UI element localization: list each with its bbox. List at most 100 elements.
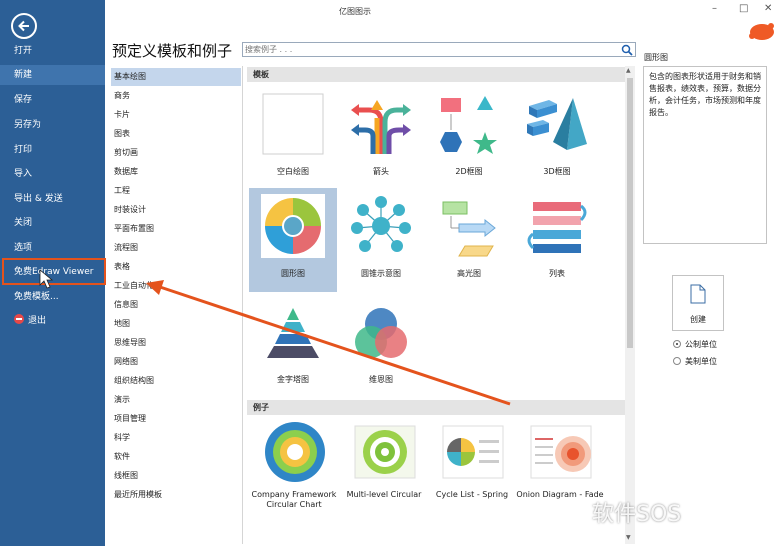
- 2d-block-icon: [440, 96, 497, 154]
- close-window-button[interactable]: ✕: [764, 3, 772, 14]
- category-software[interactable]: 软件: [111, 448, 241, 466]
- multi-level-circular-thumbnail: [354, 425, 416, 479]
- template-pyramid[interactable]: 金字塔图: [249, 294, 337, 398]
- us-unit-label: 美制单位: [685, 357, 717, 366]
- nav-close[interactable]: 关闭: [0, 213, 105, 233]
- onion-diagram-thumbnail: [530, 425, 592, 479]
- nav-save-as[interactable]: 另存为: [0, 115, 105, 135]
- new-document-icon: [690, 284, 706, 304]
- radio-selected-icon: [673, 340, 681, 348]
- scroll-up-icon[interactable]: ▲: [626, 67, 631, 74]
- category-database[interactable]: 数据库: [111, 163, 241, 181]
- category-fashion[interactable]: 时装设计: [111, 201, 241, 219]
- category-chart[interactable]: 图表: [111, 125, 241, 143]
- exit-icon: [14, 314, 24, 324]
- template-scrollbar[interactable]: ▲ ▼: [625, 66, 635, 544]
- minimize-button[interactable]: –: [712, 3, 717, 14]
- nav-export-send[interactable]: 导出 & 发送: [0, 189, 105, 209]
- category-org-chart[interactable]: 组织结构图: [111, 372, 241, 390]
- example-label: Company Framework Circular Chart: [251, 490, 337, 509]
- search-box: [242, 42, 636, 57]
- template-circular-diagram[interactable]: 圆形图: [249, 188, 337, 292]
- radial-diagram-icon: [351, 196, 411, 252]
- template-label: 空白绘图: [277, 167, 309, 176]
- category-project-management[interactable]: 项目管理: [111, 410, 241, 428]
- category-business[interactable]: 商务: [111, 87, 241, 105]
- us-unit-radio[interactable]: 美制单位: [673, 356, 717, 367]
- back-button[interactable]: [11, 13, 37, 39]
- maximize-button[interactable]: □: [739, 3, 748, 14]
- circular-diagram-icon: [261, 194, 325, 258]
- template-radial-diagram[interactable]: 圆锥示意图: [337, 188, 425, 292]
- nav-options[interactable]: 选项: [0, 238, 105, 258]
- scroll-down-icon[interactable]: ▼: [626, 534, 631, 541]
- category-mind-map[interactable]: 思维导图: [111, 334, 241, 352]
- metric-unit-label: 公制单位: [685, 340, 717, 349]
- template-3d-block[interactable]: 3D框图: [513, 86, 601, 190]
- nav-free-templates[interactable]: 免费模板...: [0, 287, 105, 307]
- category-table[interactable]: 表格: [111, 258, 241, 276]
- highlight-diagram-icon: [442, 201, 496, 257]
- template-highlight-diagram[interactable]: 高光图: [425, 188, 513, 292]
- scrollbar-thumb[interactable]: [627, 78, 633, 348]
- category-science[interactable]: 科学: [111, 429, 241, 447]
- template-panel: 模板 空白绘图 箭头 2D框图 3D框图 圆形图 圆锥示意图 高光图 列表 金字…: [245, 66, 637, 544]
- template-label: 圆形图: [281, 269, 305, 278]
- template-label: 高光图: [457, 269, 481, 278]
- template-label: 圆锥示意图: [361, 269, 401, 278]
- page-title: 预定义模板和例子: [112, 42, 233, 60]
- nav-exit[interactable]: 退出: [0, 311, 105, 331]
- watermark-text: 软件SOS: [592, 502, 682, 527]
- category-basic-drawing[interactable]: 基本绘图: [111, 68, 241, 86]
- category-list: 基本绘图 商务 卡片 图表 剪切画 数据库 工程 时装设计 平面布置图 流程图 …: [111, 66, 243, 544]
- metric-unit-radio[interactable]: 公制单位: [673, 339, 717, 350]
- example-company-framework-circular[interactable]: Company Framework Circular Chart: [249, 418, 339, 544]
- 3d-block-icon: [527, 98, 587, 150]
- detail-description: 包含的图表形状适用于财务和销售报表，绩效表，预算，数据分析，会计任务，市场预测和…: [643, 66, 767, 244]
- example-label: Cycle List - Spring: [435, 490, 509, 499]
- template-label: 维恩图: [369, 375, 393, 384]
- example-multi-level-circular[interactable]: Multi-level Circular: [339, 418, 429, 544]
- template-label: 列表: [549, 269, 565, 278]
- pyramid-icon: [267, 308, 319, 358]
- category-network[interactable]: 网络图: [111, 353, 241, 371]
- category-wireframe[interactable]: 线框图: [111, 467, 241, 485]
- create-button[interactable]: 创建: [672, 275, 724, 331]
- category-industrial-automation[interactable]: 工业自动化: [111, 277, 241, 295]
- example-label: Multi-level Circular: [346, 490, 422, 499]
- category-floor-plan[interactable]: 平面布置图: [111, 220, 241, 238]
- nav-save[interactable]: 保存: [0, 90, 105, 110]
- category-presentation[interactable]: 演示: [111, 391, 241, 409]
- template-label: 箭头: [373, 167, 389, 176]
- nav-open[interactable]: 打开: [0, 41, 105, 61]
- nav-print[interactable]: 打印: [0, 140, 105, 160]
- example-cycle-list-spring[interactable]: Cycle List - Spring: [427, 418, 517, 544]
- category-engineering[interactable]: 工程: [111, 182, 241, 200]
- category-map[interactable]: 地图: [111, 315, 241, 333]
- back-arrow-icon: [18, 20, 29, 32]
- category-clipart[interactable]: 剪切画: [111, 144, 241, 162]
- category-recent-templates[interactable]: 最近所用模板: [111, 486, 241, 504]
- category-card[interactable]: 卡片: [111, 106, 241, 124]
- venn-icon: [355, 308, 407, 358]
- search-input[interactable]: [245, 44, 615, 55]
- examples-section-header: 例子: [247, 400, 625, 415]
- detail-title: 圆形图: [644, 53, 668, 62]
- template-label: 2D框图: [455, 167, 483, 176]
- category-flowchart[interactable]: 流程图: [111, 239, 241, 257]
- cycle-list-thumbnail: [442, 425, 504, 479]
- template-list-diagram[interactable]: 列表: [513, 188, 601, 292]
- category-infographic[interactable]: 信息图: [111, 296, 241, 314]
- template-arrows[interactable]: 箭头: [337, 86, 425, 190]
- nav-exit-label: 退出: [28, 316, 47, 326]
- arrows-icon: [351, 100, 411, 154]
- template-2d-block[interactable]: 2D框图: [425, 86, 513, 190]
- nav-import[interactable]: 导入: [0, 164, 105, 184]
- template-venn[interactable]: 维恩图: [337, 294, 425, 398]
- annotation-highlight-box: [2, 258, 106, 285]
- search-icon[interactable]: [621, 44, 633, 56]
- list-diagram-icon: [527, 202, 587, 253]
- nav-new[interactable]: 新建: [0, 65, 105, 85]
- template-blank-drawing[interactable]: 空白绘图: [249, 86, 337, 190]
- templates-section-header: 模板: [247, 67, 625, 82]
